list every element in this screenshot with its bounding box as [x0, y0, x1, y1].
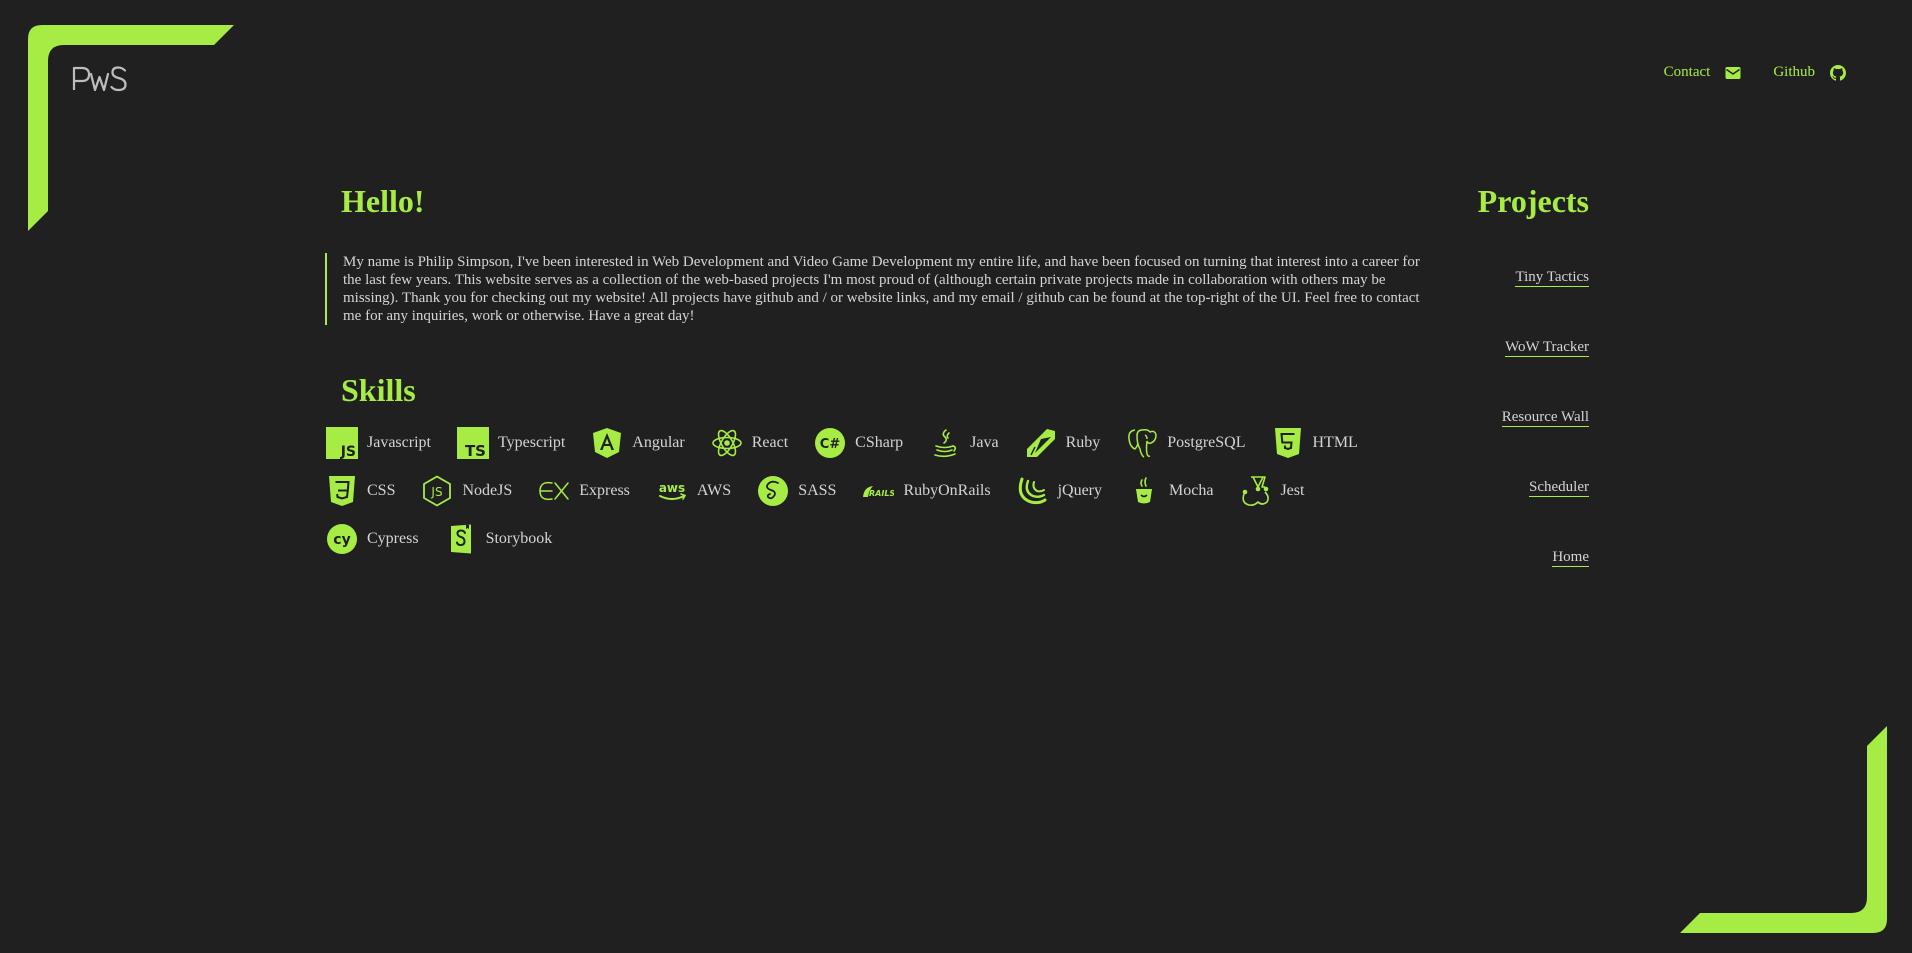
skill-label: Storybook: [485, 530, 553, 547]
skill-label: SASS: [798, 482, 837, 499]
skills-heading: Skills: [341, 372, 416, 408]
github-link[interactable]: Github: [1773, 64, 1846, 81]
rails-icon: RAILS: [862, 475, 894, 507]
javascript-icon: JS: [326, 427, 358, 459]
html5-icon: [1272, 427, 1304, 459]
jest-icon: [1239, 475, 1271, 507]
skill-label: Cypress: [367, 530, 419, 547]
skill-postgresql: PostgreSQL: [1126, 427, 1246, 459]
skill-label: RubyOnRails: [903, 482, 991, 499]
skill-label: Jest: [1280, 482, 1305, 499]
skill-storybook: Storybook: [445, 523, 553, 555]
project-link-tiny-tactics[interactable]: Tiny Tactics: [1515, 268, 1589, 287]
svg-text:JS: JS: [431, 485, 443, 499]
envelope-icon: [1725, 65, 1741, 81]
skill-label: Angular: [632, 434, 685, 451]
css3-icon: [326, 475, 358, 507]
hello-heading: Hello!: [341, 183, 425, 219]
github-link-label: Github: [1773, 64, 1815, 80]
skill-label: PostgreSQL: [1167, 434, 1246, 451]
nodejs-icon: JS: [421, 475, 453, 507]
java-icon: [929, 427, 961, 459]
svg-text:TS: TS: [465, 442, 486, 459]
typescript-icon: TS: [456, 427, 489, 459]
skill-label: NodeJS: [462, 482, 513, 499]
project-link-resource-wall[interactable]: Resource Wall: [1501, 408, 1589, 427]
intro-text: My name is Philip Simpson, I've been int…: [325, 253, 1427, 325]
react-icon: [711, 427, 743, 459]
projects-heading: Projects: [1477, 183, 1589, 219]
project-link-wow-tracker[interactable]: WoW Tracker: [1505, 338, 1589, 357]
skill-jquery: jQuery: [1017, 475, 1102, 507]
project-link-home[interactable]: Home: [1552, 548, 1589, 567]
skill-nodejs: JS NodeJS: [421, 475, 512, 507]
skill-html: HTML: [1272, 427, 1358, 459]
svg-text:cy: cy: [333, 532, 350, 548]
skill-sass: SASS: [757, 475, 836, 507]
skill-mocha: Mocha: [1128, 475, 1213, 507]
skill-label: Java: [970, 434, 999, 451]
aws-icon: aws: [656, 475, 688, 507]
sass-icon: [757, 475, 789, 507]
skill-cypress: cy Cypress: [326, 523, 419, 555]
skill-aws: aws AWS: [656, 475, 731, 507]
svg-text:RAILS: RAILS: [869, 489, 894, 498]
project-link-scheduler[interactable]: Scheduler: [1529, 478, 1589, 497]
express-icon: [538, 475, 570, 507]
contact-link-label: Contact: [1663, 64, 1711, 80]
skill-label: React: [751, 434, 789, 451]
projects-list: Tiny Tactics WoW Tracker Resource Wall S…: [1501, 268, 1589, 567]
angular-icon: [591, 427, 623, 459]
contact-link[interactable]: Contact: [1664, 64, 1742, 81]
ruby-icon: [1025, 427, 1057, 459]
skill-label: AWS: [696, 482, 732, 499]
postgresql-icon: [1126, 427, 1158, 459]
mocha-icon: [1128, 475, 1160, 507]
skill-csharp: C# CSharp: [814, 427, 903, 459]
skill-ruby: Ruby: [1025, 427, 1101, 459]
skill-label: Javascript: [367, 434, 431, 451]
skill-react: React: [711, 427, 788, 459]
github-icon: [1830, 64, 1846, 81]
skill-label: Typescript: [497, 434, 566, 451]
skill-express: Express: [538, 475, 630, 507]
skill-label: CSS: [367, 482, 396, 499]
skill-css: CSS: [326, 475, 395, 507]
svg-text:aws: aws: [659, 481, 685, 495]
skills-list: JS Javascript TS Typescript Angular Reac…: [326, 427, 1436, 555]
skill-label: Express: [579, 482, 630, 499]
skill-label: Ruby: [1065, 434, 1101, 451]
storybook-icon: [445, 523, 477, 555]
skill-label: CSharp: [855, 434, 904, 451]
skill-label: HTML: [1312, 434, 1358, 451]
csharp-icon: C#: [814, 427, 846, 459]
svg-text:C#: C#: [820, 437, 841, 452]
skill-typescript: TS Typescript: [456, 427, 566, 459]
skill-java: Java: [929, 427, 999, 459]
skill-jest: Jest: [1239, 475, 1304, 507]
skill-label: jQuery: [1057, 482, 1102, 499]
skill-javascript: JS Javascript: [326, 427, 431, 459]
skill-angular: Angular: [591, 427, 685, 459]
svg-text:JS: JS: [340, 444, 356, 459]
corner-bracket-top-left: [28, 25, 234, 231]
site-logo[interactable]: [71, 60, 129, 96]
corner-bracket-bottom-right: [1680, 726, 1887, 933]
top-nav: Contact Github: [1664, 64, 1846, 81]
skill-label: Mocha: [1169, 482, 1214, 499]
jquery-icon: [1017, 475, 1049, 507]
skill-rubyonrails: RAILS RubyOnRails: [862, 475, 991, 507]
cypress-icon: cy: [326, 523, 358, 555]
